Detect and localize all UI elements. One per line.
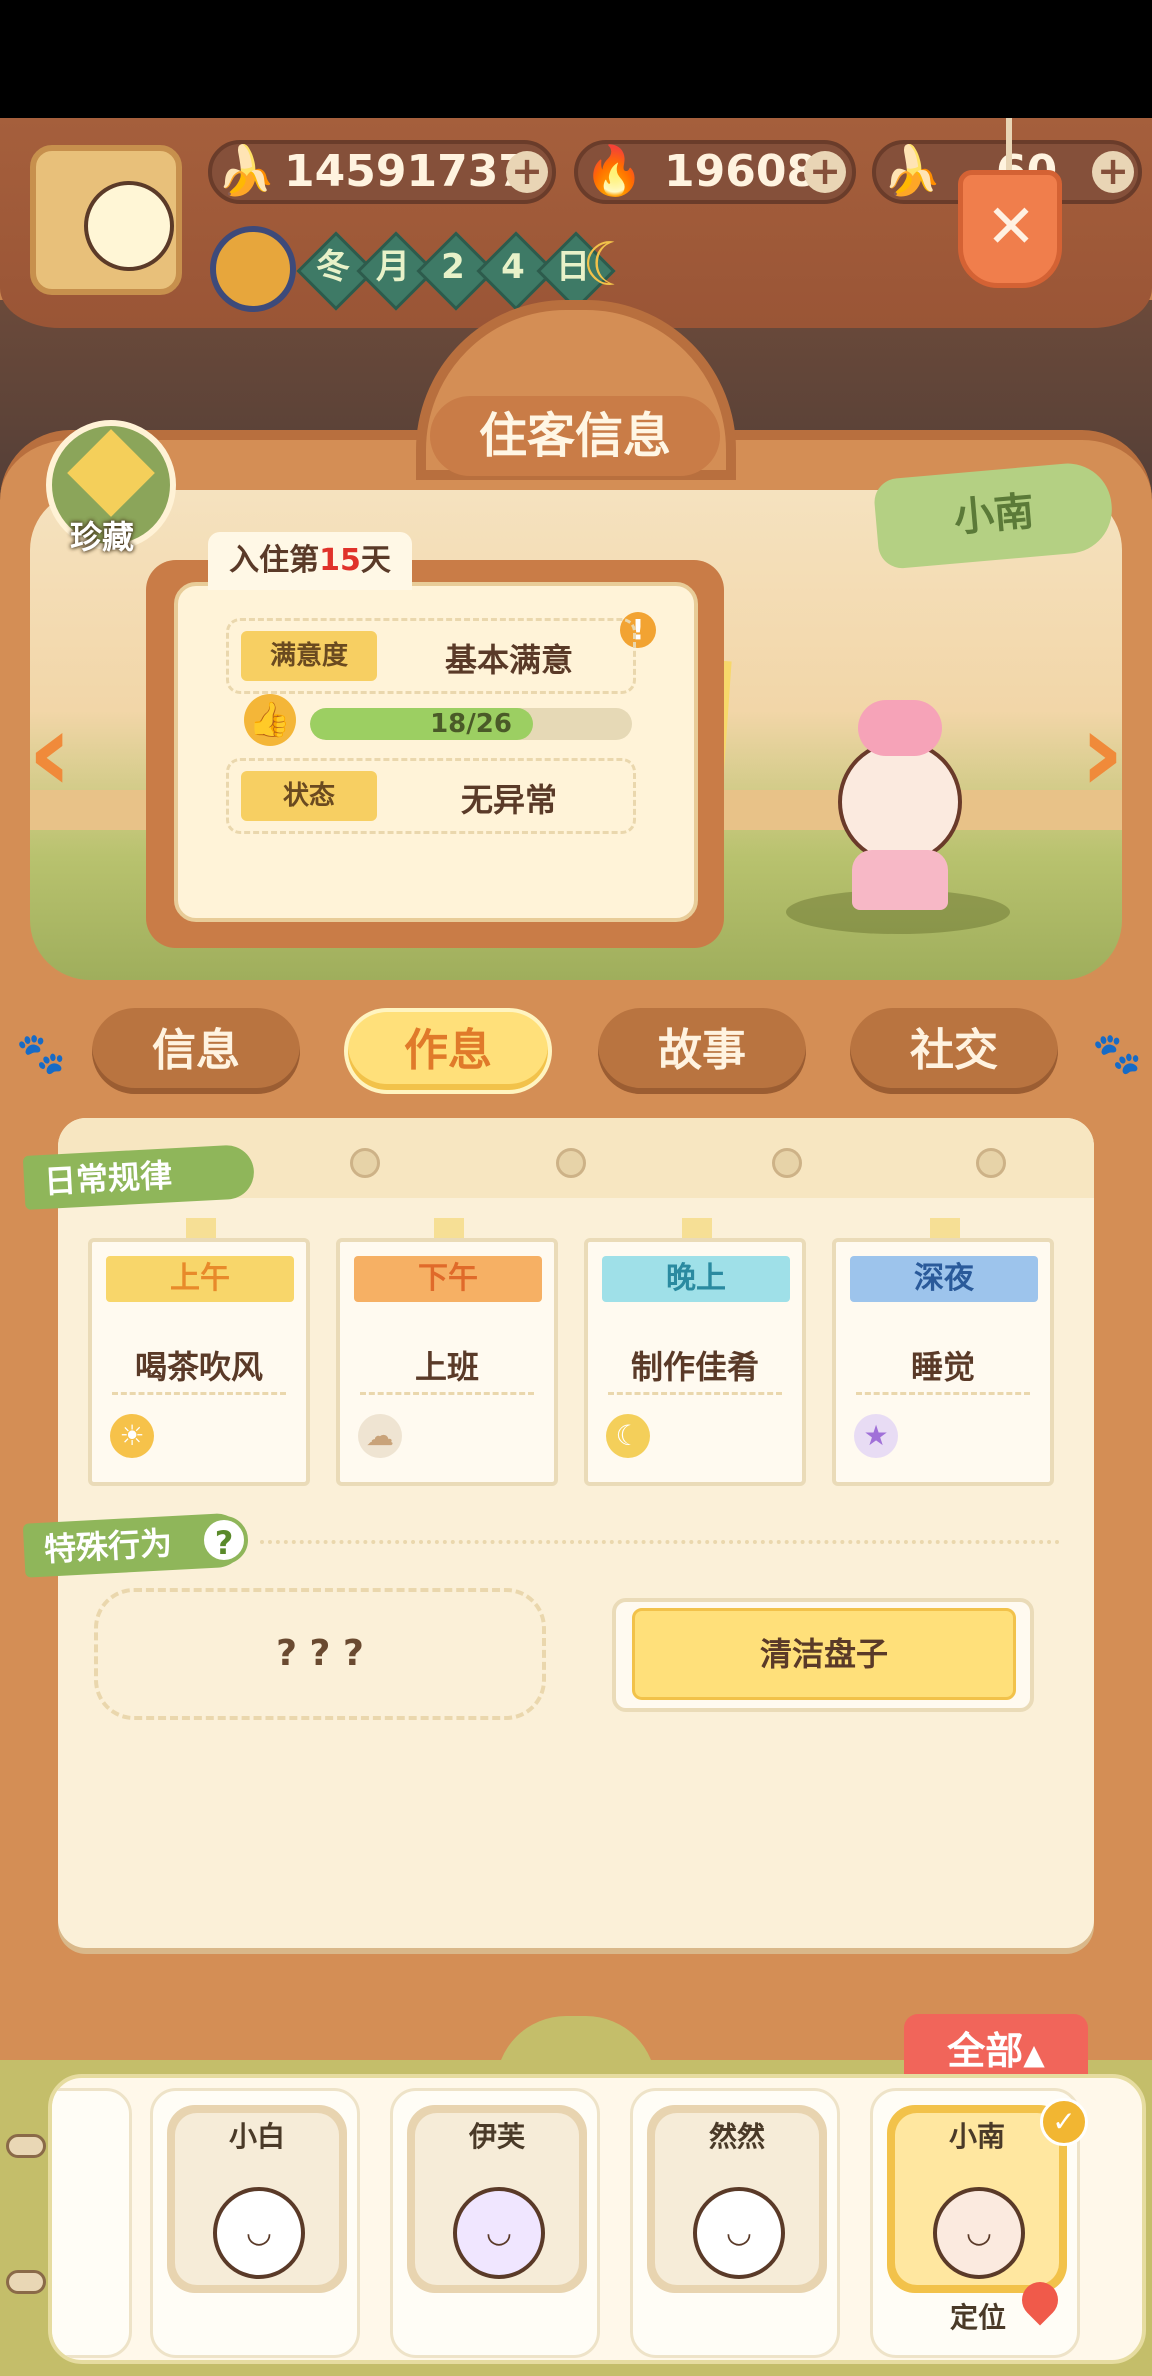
system-status-bar: [0, 0, 1152, 118]
satisfaction-row: 满意度 基本满意: [226, 618, 636, 694]
divider: [608, 1392, 782, 1395]
stay-prefix: 入住第: [229, 543, 320, 578]
flame-resource: 🔥 19608 +: [574, 140, 856, 204]
resident-name: 伊芙: [468, 2120, 525, 2153]
resident-card[interactable]: 伊芙 ◡: [390, 2088, 600, 2358]
tape-decoration: [930, 1218, 960, 1240]
character-dress: [852, 850, 948, 910]
time-slot-label: 上午: [106, 1256, 294, 1302]
cloud-icon: ☁: [358, 1414, 402, 1458]
panel-title: 住客信息: [430, 396, 720, 476]
sun-icon: ☀: [110, 1414, 154, 1458]
satisfaction-progress-text: 18/26: [430, 709, 512, 739]
date-day-tens: 2: [441, 247, 465, 287]
time-slot-label: 深夜: [850, 1256, 1038, 1302]
add-blue-banana-button[interactable]: +: [1092, 151, 1134, 193]
activity-label: 喝茶吹风: [134, 1348, 263, 1386]
bow-icon: [858, 700, 942, 756]
collection-label: 珍藏: [70, 518, 135, 556]
resident-card[interactable]: 然然 ◡: [630, 2088, 840, 2358]
tab-info[interactable]: 信息: [92, 1008, 300, 1094]
blue-banana-icon: 🍌: [882, 143, 942, 199]
divider: [856, 1392, 1030, 1395]
paw-icon-right: 🐾: [1092, 1031, 1142, 1077]
previous-resident-button[interactable]: ‹: [12, 697, 88, 807]
time-slot-label: 晚上: [602, 1256, 790, 1302]
unknown-behavior-slot: ? ? ?: [94, 1588, 546, 1720]
tab-social[interactable]: 社交: [850, 1008, 1058, 1094]
resident-character[interactable]: [818, 700, 982, 910]
activity-label: 睡觉: [910, 1348, 975, 1386]
sheep-avatar-icon: ◡: [933, 2187, 1025, 2279]
tray-clip: [6, 2270, 46, 2294]
status-row: 状态 无异常: [226, 758, 636, 834]
tape-decoration: [186, 1218, 216, 1240]
time-slot-label: 下午: [354, 1256, 542, 1302]
blue-flame-icon: 🔥: [584, 143, 644, 199]
notebook-ring: [350, 1148, 380, 1178]
tab-story[interactable]: 故事: [598, 1008, 806, 1094]
notebook-ring: [772, 1148, 802, 1178]
divider: [112, 1392, 286, 1395]
special-divider: [260, 1540, 1060, 1544]
activity-label: 上班: [414, 1348, 479, 1386]
paw-icon-left: 🐾: [16, 1031, 66, 1077]
moon-icon: ☾: [606, 1414, 650, 1458]
next-resident-button[interactable]: ›: [1064, 697, 1140, 807]
status-value: 无异常: [460, 781, 557, 819]
banana-icon: 🍌: [216, 143, 276, 199]
activity-label: 制作佳肴: [630, 1348, 759, 1386]
schedule-card-morning: 上午 喝茶吹风 ☀: [88, 1238, 310, 1486]
tape-decoration: [434, 1218, 464, 1240]
stay-suffix: 天: [360, 543, 391, 578]
clock-icon: [210, 226, 296, 312]
close-button[interactable]: ✕: [958, 170, 1062, 288]
satisfaction-value: 基本满意: [444, 641, 573, 679]
chevron-up-icon: ▲: [1023, 2038, 1045, 2071]
close-tag-string: [1006, 118, 1012, 178]
unicorn-avatar-icon: ◡: [453, 2187, 545, 2279]
resident-name: 然然: [708, 2120, 765, 2153]
dumpling-avatar-icon: ◡: [693, 2187, 785, 2279]
schedule-card-afternoon: 下午 上班 ☁: [336, 1238, 558, 1486]
add-banana-button[interactable]: +: [506, 151, 548, 193]
flame-count: 19608: [664, 146, 818, 197]
status-label: 状态: [241, 771, 377, 821]
date-season: 冬: [316, 247, 350, 287]
special-behavior-label[interactable]: 清洁盘子: [632, 1608, 1016, 1700]
tab-routine[interactable]: 作息: [344, 1008, 552, 1094]
moon-icon: ☾: [582, 230, 636, 300]
schedule-card-night: 深夜 睡觉 ★: [832, 1238, 1054, 1486]
star-icon: ★: [854, 1414, 898, 1458]
satisfaction-label: 满意度: [241, 631, 377, 681]
add-flame-button[interactable]: +: [804, 151, 846, 193]
help-icon[interactable]: ?: [200, 1516, 248, 1564]
filter-label: 全部: [947, 2029, 1024, 2073]
treasure-icon: [67, 429, 155, 517]
tray-clip: [6, 2134, 46, 2158]
stay-days: 15: [319, 543, 361, 578]
banana-count: 14591737: [284, 146, 529, 197]
locate-label[interactable]: 定位: [950, 2296, 1006, 2336]
date-display: 冬 月 2 4 日: [296, 231, 630, 311]
divider: [360, 1392, 534, 1395]
selected-check-icon: ✓: [1040, 2098, 1088, 2146]
resident-card-partial[interactable]: [52, 2088, 132, 2358]
banana-resource: 🍌 14591737 +: [208, 140, 556, 204]
tape-decoration: [682, 1218, 712, 1240]
thumbs-up-icon: 👍: [244, 694, 296, 746]
player-avatar[interactable]: [30, 145, 182, 295]
schedule-card-evening: 晚上 制作佳肴 ☾: [584, 1238, 806, 1486]
resident-card[interactable]: 小白 ◡: [150, 2088, 360, 2358]
resident-name: 小白: [228, 2120, 285, 2153]
notebook-ring: [976, 1148, 1006, 1178]
stay-days-tab: 入住第15天: [208, 532, 412, 590]
close-icon: ✕: [985, 192, 1037, 262]
date-month-label: 月: [376, 247, 410, 287]
date-day-ones: 4: [501, 247, 525, 287]
character-head: [838, 740, 962, 864]
notebook-ring: [556, 1148, 586, 1178]
avatar-face-icon: [84, 181, 174, 271]
bunny-avatar-icon: ◡: [213, 2187, 305, 2279]
